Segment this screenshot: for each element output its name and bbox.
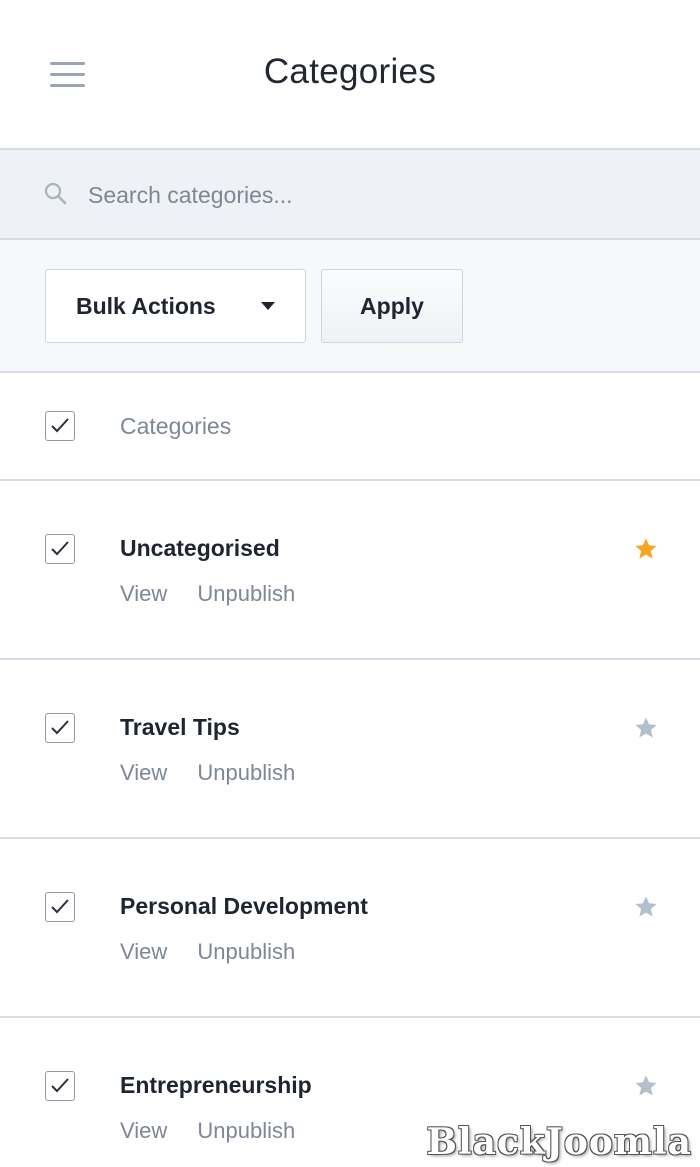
unpublish-link[interactable]: Unpublish — [197, 1118, 295, 1143]
row-actions: View Unpublish — [120, 581, 319, 607]
view-link[interactable]: View — [120, 939, 167, 964]
row-checkbox[interactable] — [45, 892, 75, 922]
bulk-actions-label: Bulk Actions — [76, 293, 216, 319]
bulk-actions-toolbar: Bulk Actions Apply — [0, 240, 700, 373]
search-input[interactable] — [88, 172, 668, 218]
row-actions: View Unpublish — [120, 1118, 319, 1144]
star-icon[interactable] — [634, 716, 658, 740]
star-icon[interactable] — [634, 895, 658, 919]
star-icon[interactable] — [634, 1074, 658, 1098]
row-actions: View Unpublish — [120, 760, 319, 786]
bulk-actions-select[interactable]: Bulk Actions — [45, 269, 306, 343]
check-icon — [51, 541, 69, 556]
row-checkbox[interactable] — [45, 1071, 75, 1101]
chevron-down-icon — [261, 302, 275, 310]
check-icon — [51, 720, 69, 735]
row-checkbox[interactable] — [45, 534, 75, 564]
watermark-logo: BlackJoomla — [426, 1121, 692, 1163]
unpublish-link[interactable]: Unpublish — [197, 581, 295, 606]
row-actions: View Unpublish — [120, 939, 319, 965]
view-link[interactable]: View — [120, 760, 167, 785]
select-all-checkbox[interactable] — [45, 411, 75, 441]
column-header-categories: Categories — [120, 413, 232, 439]
page-title: Categories — [263, 52, 437, 91]
category-name[interactable]: Uncategorised — [120, 535, 280, 562]
unpublish-link[interactable]: Unpublish — [197, 939, 295, 964]
app-header: Categories — [0, 0, 700, 150]
category-name[interactable]: Travel Tips — [120, 714, 240, 741]
search-bar — [0, 150, 700, 240]
star-icon[interactable] — [634, 537, 658, 561]
list-header: Categories — [0, 373, 700, 481]
check-icon — [51, 418, 69, 433]
view-link[interactable]: View — [120, 1118, 167, 1143]
category-name[interactable]: Personal Development — [120, 893, 368, 920]
check-icon — [51, 899, 69, 914]
table-row: Travel Tips View Unpublish — [0, 660, 700, 839]
check-icon — [51, 1078, 69, 1093]
view-link[interactable]: View — [120, 581, 167, 606]
apply-button[interactable]: Apply — [321, 269, 463, 343]
table-row: Personal Development View Unpublish — [0, 839, 700, 1018]
search-icon — [43, 181, 69, 212]
category-name[interactable]: Entrepreneurship — [120, 1072, 312, 1099]
table-row: Uncategorised View Unpublish — [0, 481, 700, 660]
unpublish-link[interactable]: Unpublish — [197, 760, 295, 785]
row-checkbox[interactable] — [45, 713, 75, 743]
